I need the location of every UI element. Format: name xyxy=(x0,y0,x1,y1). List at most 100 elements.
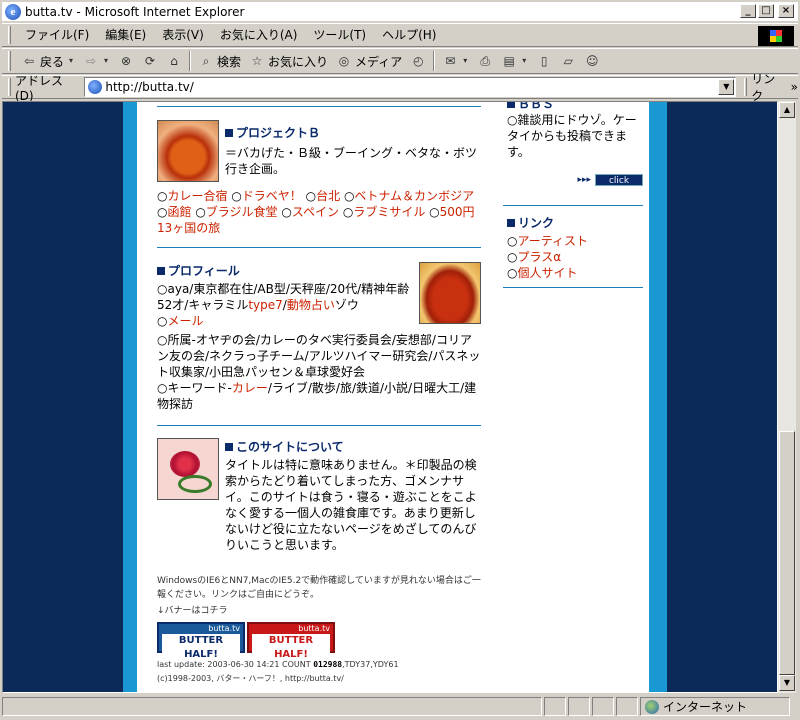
title-bar: e butta.tv - Microsoft Internet Explorer… xyxy=(2,2,798,22)
messenger-button[interactable]: ☺ xyxy=(580,50,604,72)
square-bullet-icon xyxy=(225,129,233,137)
banner-red[interactable]: butta.tv BUTTER HALF! xyxy=(247,622,335,662)
chevron-right-icon[interactable]: » xyxy=(791,80,798,94)
last-update: last update: 2003-06-30 14:21 COUNT 0129… xyxy=(157,660,399,669)
link-taipei[interactable]: 台北 xyxy=(316,189,340,203)
divider xyxy=(157,425,481,426)
link-artist[interactable]: アーティスト xyxy=(517,234,588,248)
rose-photo xyxy=(157,438,219,500)
research-button[interactable]: ▱ xyxy=(556,50,580,72)
search-button[interactable]: ⌕ 検索 xyxy=(194,50,245,72)
square-bullet-icon xyxy=(225,443,233,451)
page-content: プロジェクトＢ ＝バカげた・Ｂ級・ブーイング・ベタな・ボツ行き企画。 ○カレー合… xyxy=(137,101,649,692)
bbs-heading: ＢＢＳ xyxy=(518,101,555,111)
address-field[interactable]: ▼ xyxy=(84,77,737,97)
compat-note: WindowsのIE6とNN7,MacのIE5.2で動作確認していますが見れない… xyxy=(157,576,481,600)
menu-favorites[interactable]: お気に入り(A) xyxy=(212,25,306,45)
hit-counter: 012988 xyxy=(313,660,343,669)
link-curry[interactable]: カレー xyxy=(232,381,268,395)
link-personal-sites[interactable]: 個人サイト xyxy=(517,266,577,280)
project-heading: プロジェクトＢ xyxy=(236,126,321,140)
square-bullet-icon xyxy=(507,102,515,108)
scroll-thumb[interactable] xyxy=(779,431,795,675)
search-icon: ⌕ xyxy=(202,54,210,68)
about-text: タイトルは特に意味ありません。＊印製品の検索からたどり着いてしまった方、ゴメンナ… xyxy=(225,458,477,552)
discuss-button[interactable]: ▯ xyxy=(532,50,556,72)
mail-button[interactable]: ✉ ▾ xyxy=(438,50,473,72)
link-hakodate[interactable]: 函館 xyxy=(167,205,191,219)
link-curry-camp[interactable]: カレー合宿 xyxy=(167,189,227,203)
link-brazil-diner[interactable]: ブラジル食堂 xyxy=(206,205,278,219)
links-heading: リンク xyxy=(518,216,555,230)
links-button[interactable]: リンク xyxy=(751,70,786,104)
menu-file[interactable]: ファイル(F) xyxy=(17,25,97,45)
link-vietnam-cambodia[interactable]: ベトナム＆カンボジア xyxy=(354,189,474,203)
page-icon xyxy=(88,80,103,94)
divider xyxy=(503,205,643,206)
zone-label: インターネット xyxy=(663,700,748,714)
favorites-star-icon: ☆ xyxy=(251,54,263,68)
link-love-missile[interactable]: ラブミサイル xyxy=(353,205,425,219)
messenger-icon: ☺ xyxy=(585,54,599,68)
address-input[interactable] xyxy=(105,80,719,94)
left-accent-bar xyxy=(123,102,137,692)
link-type7[interactable]: type7 xyxy=(248,298,282,312)
link-drabeya[interactable]: ドラベヤ！ xyxy=(242,189,302,203)
refresh-button[interactable]: ⟳ xyxy=(138,50,162,72)
status-panel xyxy=(616,697,638,716)
link-animal-fortune[interactable]: 動物占い xyxy=(287,298,335,312)
close-button[interactable]: × xyxy=(778,4,794,18)
media-button[interactable]: ◎ メディア xyxy=(332,50,406,72)
status-panel xyxy=(568,697,590,716)
toolbar-grip xyxy=(8,51,11,71)
vertical-scrollbar[interactable]: ▲ ▼ xyxy=(778,101,796,693)
project-links: ○カレー合宿 ○ドラベヤ！ ○台北 ○ベトナム＆カンボジア ○函館 ○ブラジル食… xyxy=(157,189,475,235)
divider xyxy=(157,247,481,248)
address-dropdown-button[interactable]: ▼ xyxy=(718,79,735,95)
home-button[interactable]: ⌂ xyxy=(162,50,186,72)
profile-heading: プロフィール xyxy=(168,264,240,278)
menu-tools[interactable]: ツール(T) xyxy=(305,25,374,45)
minimize-button[interactable]: _ xyxy=(740,4,756,18)
print-button[interactable]: ⎙ xyxy=(473,50,497,72)
back-button[interactable]: ⇦ 戻る ▾ xyxy=(17,50,79,72)
dropdown-arrow-icon: ▾ xyxy=(104,56,109,65)
forward-arrow-icon: ⇨ xyxy=(85,54,97,68)
back-arrow-icon: ⇦ xyxy=(23,54,35,68)
document-icon: ▯ xyxy=(540,54,548,68)
favorites-label: お気に入り xyxy=(268,54,329,69)
profile-line: ○aya/東京都在住/AB型/天秤座/20代/精神年齢52才/キャラミルtype… xyxy=(157,282,410,312)
link-plus-alpha[interactable]: プラスα xyxy=(517,250,561,264)
menu-view[interactable]: 表示(V) xyxy=(154,25,212,45)
history-button[interactable]: ◴ xyxy=(406,50,430,72)
profile-section: プロフィール ○aya/東京都在住/AB型/天秤座/20代/精神年齢52才/キャ… xyxy=(157,262,413,329)
square-bullet-icon xyxy=(157,267,165,275)
favorites-button[interactable]: ☆ お気に入り xyxy=(245,50,332,72)
address-grip xyxy=(8,78,11,96)
forward-button[interactable]: ⇨ ▾ xyxy=(79,50,114,72)
menu-help[interactable]: ヘルプ(H) xyxy=(374,25,444,45)
stop-button[interactable]: ⊗ xyxy=(114,50,138,72)
right-accent-bar xyxy=(649,102,667,692)
banner-blue[interactable]: butta.tv BUTTER HALF! xyxy=(157,622,245,662)
status-bar: インターネット xyxy=(2,695,798,718)
link-mail[interactable]: メール xyxy=(167,314,203,328)
links-section: リンク ○アーティスト ○プラスα ○個人サイト xyxy=(507,216,589,280)
menu-bar: ファイル(F) 編集(E) 表示(V) お気に入り(A) ツール(T) ヘルプ(… xyxy=(2,23,798,47)
menu-grip xyxy=(8,26,11,44)
bbs-click-button[interactable]: click xyxy=(595,174,643,186)
dropdown-arrow-icon: ▾ xyxy=(69,56,74,65)
divider xyxy=(503,287,643,288)
maximize-button[interactable]: □ xyxy=(758,4,774,18)
globe-icon xyxy=(645,699,659,714)
edit-button[interactable]: ▤ ▾ xyxy=(497,50,532,72)
address-label: アドレス(D) xyxy=(14,73,63,103)
windows-logo-icon xyxy=(758,26,794,46)
menu-edit[interactable]: 編集(E) xyxy=(97,25,154,45)
scroll-down-button[interactable]: ▼ xyxy=(779,675,795,691)
stop-icon: ⊗ xyxy=(120,54,132,68)
toolbar-separator xyxy=(433,51,436,71)
scroll-up-button[interactable]: ▲ xyxy=(779,102,795,118)
browser-window: e butta.tv - Microsoft Internet Explorer… xyxy=(0,0,800,720)
link-spain[interactable]: スペイン xyxy=(292,205,339,219)
